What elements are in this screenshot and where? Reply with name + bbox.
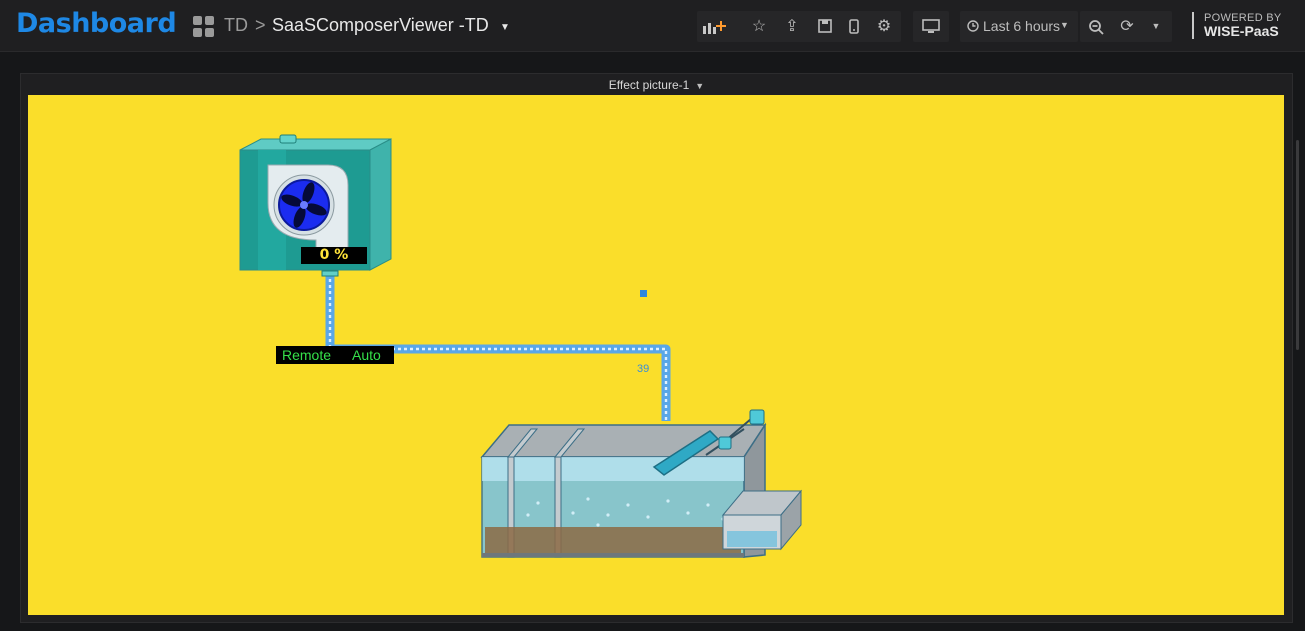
title-caret-icon[interactable]: ▼ <box>500 22 510 33</box>
panel-title[interactable]: Effect picture-1 ▼ <box>21 78 1292 92</box>
breadcrumb-folder[interactable]: TD <box>224 15 248 36</box>
time-range-label: Last 6 hours <box>983 18 1061 34</box>
fan-status-box: Remote Auto <box>276 346 394 364</box>
panel-effect-picture: Effect picture-1 ▼ 0 % Remote Auto 39 <box>20 73 1293 623</box>
monitor-icon[interactable] <box>915 11 947 42</box>
aeration-tank[interactable] <box>480 409 803 558</box>
fan-mode-remote: Remote <box>282 347 332 363</box>
clock-icon <box>967 20 979 32</box>
gear-icon[interactable]: ⚙ <box>868 11 900 42</box>
top-nav-bar: Dashboard TD > SaaSComposerViewer -TD ▼ … <box>0 0 1305 52</box>
panel-menu-caret-icon[interactable]: ▼ <box>695 81 704 91</box>
dashboard-title[interactable]: SaaSComposerViewer -TD <box>272 15 489 36</box>
refresh-icon[interactable]: ⟳ <box>1111 11 1143 42</box>
view-mode-group <box>913 11 949 42</box>
dashboard-logo[interactable]: Dashboard <box>16 8 177 39</box>
brand-name: WISE-PaaS <box>1204 23 1279 39</box>
dashboard-actions-group: ☆ ⇪ ⚙ <box>697 11 901 42</box>
marker-square-icon[interactable] <box>640 290 647 297</box>
powered-by-brand: POWERED BY WISE-PaaS <box>1192 12 1282 39</box>
fan-mode-auto: Auto <box>352 347 381 363</box>
share-icon[interactable]: ⇪ <box>776 11 808 42</box>
composer-canvas: 0 % Remote Auto 39 <box>28 95 1284 615</box>
save-icon[interactable] <box>809 11 841 42</box>
time-picker[interactable]: Last 6 hours ▼ <box>960 11 1078 42</box>
refresh-interval-caret-icon[interactable]: ▼ <box>1140 11 1172 42</box>
fan-speed-readout: 0 % <box>301 247 367 264</box>
star-icon[interactable]: ☆ <box>743 11 775 42</box>
value-label: 39 <box>637 363 650 375</box>
breadcrumb-separator: > <box>255 15 266 35</box>
add-panel-icon[interactable] <box>699 11 731 42</box>
refresh-group: ⟳ ▼ <box>1080 11 1172 42</box>
panel-title-text: Effect picture-1 <box>608 78 690 92</box>
dashboards-grid-icon[interactable] <box>193 16 214 37</box>
time-caret-icon: ▼ <box>1060 20 1069 30</box>
zoom-out-icon[interactable] <box>1080 11 1112 42</box>
page-scrollbar[interactable] <box>1296 140 1299 350</box>
mobile-icon[interactable] <box>838 11 870 42</box>
